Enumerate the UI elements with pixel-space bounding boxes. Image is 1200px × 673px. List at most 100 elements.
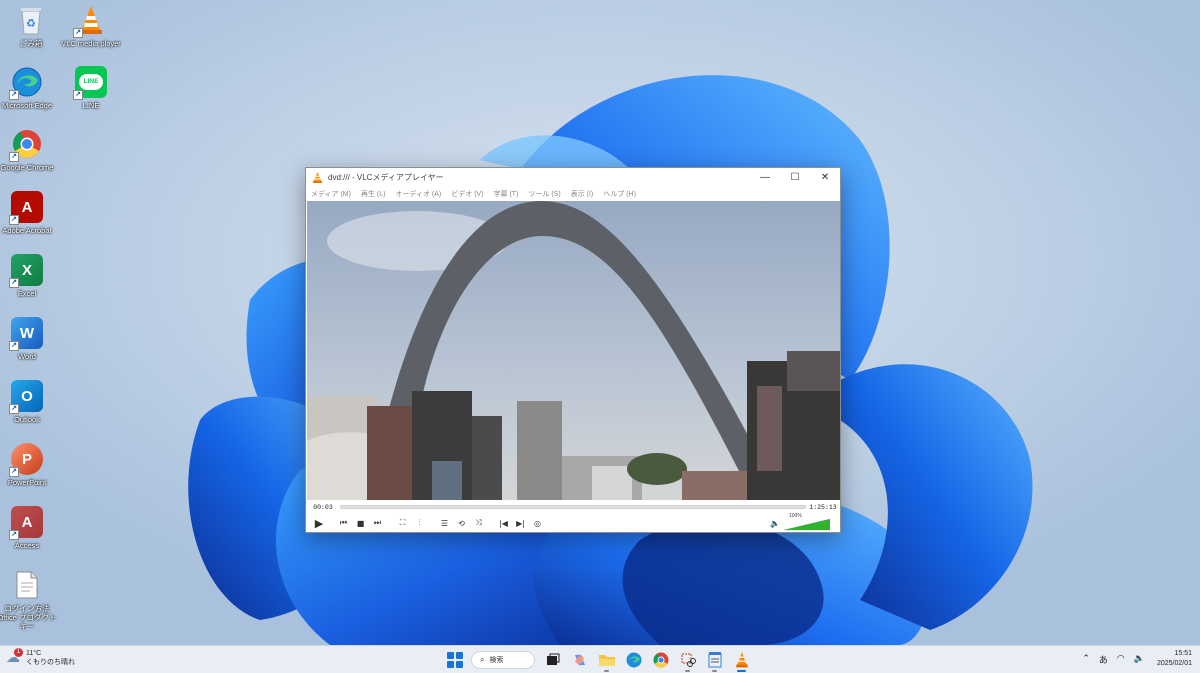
menu-view[interactable]: 表示 (I): [571, 189, 594, 199]
vlc-cone-icon: [312, 172, 323, 183]
desktop-icon-word[interactable]: W ↗ Word: [0, 317, 58, 361]
volume-percent: 100%: [789, 513, 802, 519]
desktop-icon-label: Excel: [17, 289, 37, 298]
loop-icon[interactable]: ⟲: [454, 516, 469, 531]
speaker-icon[interactable]: 🔈: [770, 519, 780, 528]
clock-time: 15:51: [1174, 650, 1192, 657]
desktop-icon-excel[interactable]: X ↗ Excel: [0, 254, 58, 298]
desktop-icon-label: Outlook: [14, 415, 40, 424]
desktop-icon-label: Adobe Acrobat: [2, 226, 52, 235]
frame-forward-icon[interactable]: ▶|: [513, 516, 528, 531]
weather-temp: 11°C: [26, 650, 42, 657]
desktop-icon-access[interactable]: A ↗ Access: [0, 506, 58, 550]
playlist-icon[interactable]: ☰: [437, 516, 452, 531]
cloud-icon: ☁ 1: [6, 648, 23, 666]
volume-slider[interactable]: 100%: [783, 513, 831, 531]
search-box[interactable]: ⌕ 検索: [471, 650, 535, 669]
file-explorer-icon[interactable]: [597, 650, 616, 672]
word-icon: W ↗: [9, 317, 43, 351]
controls-row: ▶ ⏮ ■ ⏭ ⛶ ⫶ ☰ ⟲ ⤨ |◀ ▶| ◎ 🔈 100%: [306, 513, 840, 532]
menu-tools[interactable]: ツール (S): [528, 189, 560, 199]
edge-icon[interactable]: [624, 650, 643, 669]
menu-audio[interactable]: オーディオ (A): [395, 189, 441, 199]
desktop-icon-label: Google Chrome: [0, 163, 54, 172]
acrobat-icon: A ↗: [9, 191, 43, 225]
chrome-icon[interactable]: [651, 650, 670, 669]
taskbar-apps: ⌕ 検索: [447, 650, 751, 672]
ime-indicator[interactable]: あ: [1099, 653, 1108, 666]
desktop-icon-line[interactable]: LINE ↗ LINE: [60, 66, 122, 110]
vlc-cone-icon: ↗: [73, 4, 107, 38]
video-scene: [307, 201, 840, 500]
menu-bar: メディア (M) 再生 (L) オーディオ (A) ビデオ (V) 字幕 (T)…: [306, 187, 840, 200]
notification-badge: 1: [14, 648, 23, 657]
desktop-icon-vlc[interactable]: ↗ VLC media player: [60, 4, 122, 48]
desktop-icon-chrome[interactable]: ↗ Google Chrome: [0, 128, 58, 172]
dvd-menu-icon[interactable]: ◎: [530, 516, 545, 531]
play-button[interactable]: ▶: [310, 515, 328, 531]
weather-desc: くもりのち晴れ: [26, 659, 75, 666]
taskbar: ☁ 1 11°C くもりのち晴れ ⌕ 検索 ⌃ あ ◠ 🔈 15:51 2025…: [0, 645, 1200, 673]
line-icon: LINE ↗: [73, 66, 107, 100]
menu-help[interactable]: ヘルプ (H): [603, 189, 636, 199]
desktop-icon-powerpoint[interactable]: P ↗ PowerPoint: [0, 443, 58, 487]
system-tray: ⌃ あ ◠ 🔈 15:51 2025/02/01: [1073, 649, 1192, 669]
search-label: 検索: [489, 656, 504, 664]
desktop-icon-recycle-bin[interactable]: ♻ ごみ箱: [0, 4, 62, 48]
minimize-button[interactable]: —: [750, 172, 780, 183]
powerpoint-icon: P ↗: [9, 443, 43, 477]
vlc-cone-icon[interactable]: [732, 650, 751, 672]
desktop-icon-label: ごみ箱: [19, 39, 43, 48]
window-title: dvd:/// - VLCメディアプレイヤー: [328, 173, 444, 182]
desktop-icon-label: VLC media player: [61, 39, 121, 48]
maximize-button[interactable]: ☐: [780, 172, 810, 183]
start-button[interactable]: [447, 651, 463, 668]
desktop-icon-label: Word: [18, 352, 36, 361]
volume-icon[interactable]: 🔈: [1134, 654, 1145, 664]
previous-chapter-button[interactable]: ⏮: [336, 516, 351, 531]
weather-widget[interactable]: ☁ 1 11°C くもりのち晴れ: [6, 648, 75, 667]
recycle-bin-icon: ♻: [15, 4, 47, 36]
seek-row: 00:03 1:25:13: [306, 501, 840, 513]
desktop-icon-outlook[interactable]: O ↗ Outlook: [0, 380, 58, 424]
menu-subtitle[interactable]: 字幕 (T): [494, 189, 519, 199]
desktop-icon-edge[interactable]: ↗ Microsoft Edge: [0, 66, 58, 110]
chevron-up-icon[interactable]: ⌃: [1082, 654, 1090, 664]
frame-back-icon[interactable]: |◀: [496, 516, 511, 531]
snipping-tool-icon[interactable]: [678, 650, 697, 672]
video-frame[interactable]: [307, 201, 840, 500]
search-icon: ⌕: [480, 654, 485, 664]
menu-playback[interactable]: 再生 (L): [361, 189, 386, 199]
vlc-titlebar[interactable]: dvd:/// - VLCメディアプレイヤー — ☐ ✕: [306, 168, 840, 187]
total-time: 1:25:13: [809, 503, 837, 511]
menu-video[interactable]: ビデオ (V): [451, 189, 483, 199]
desktop-icon-label: ログイン方法 Office プロダクトキー: [0, 604, 57, 631]
close-button[interactable]: ✕: [810, 172, 840, 183]
shuffle-icon[interactable]: ⤨: [471, 516, 486, 531]
seek-slider[interactable]: [340, 505, 806, 509]
fullscreen-icon[interactable]: ⛶: [395, 516, 410, 531]
desktop-icon-acrobat[interactable]: A ↗ Adobe Acrobat: [0, 191, 58, 235]
clock[interactable]: 15:51 2025/02/01: [1157, 649, 1192, 669]
svg-text:♻: ♻: [26, 17, 36, 30]
access-icon: A ↗: [9, 506, 43, 540]
stop-button[interactable]: ■: [353, 516, 368, 531]
next-chapter-button[interactable]: ⏭: [370, 516, 385, 531]
excel-icon: X ↗: [9, 254, 43, 288]
desktop-icon-label: Access: [14, 541, 40, 550]
desktop-icon-text-file[interactable]: ログイン方法 Office プロダクトキー: [0, 569, 58, 631]
copilot-icon[interactable]: [570, 650, 589, 669]
wifi-icon[interactable]: ◠: [1117, 654, 1125, 664]
chrome-icon: ↗: [9, 128, 43, 162]
clock-date: 2025/02/01: [1156, 660, 1192, 667]
outlook-icon: O ↗: [9, 380, 43, 414]
task-view-icon[interactable]: [543, 650, 562, 669]
text-file-icon: [11, 569, 43, 601]
vlc-window[interactable]: dvd:/// - VLCメディアプレイヤー — ☐ ✕ メディア (M) 再生…: [305, 167, 841, 533]
edge-icon: ↗: [9, 66, 43, 100]
desktop-icon-label: PowerPoint: [7, 478, 47, 487]
extended-settings-icon[interactable]: ⫶: [412, 516, 427, 531]
notepad-icon[interactable]: [705, 650, 724, 672]
desktop-icon-label: Microsoft Edge: [1, 101, 53, 110]
menu-media[interactable]: メディア (M): [311, 189, 351, 199]
